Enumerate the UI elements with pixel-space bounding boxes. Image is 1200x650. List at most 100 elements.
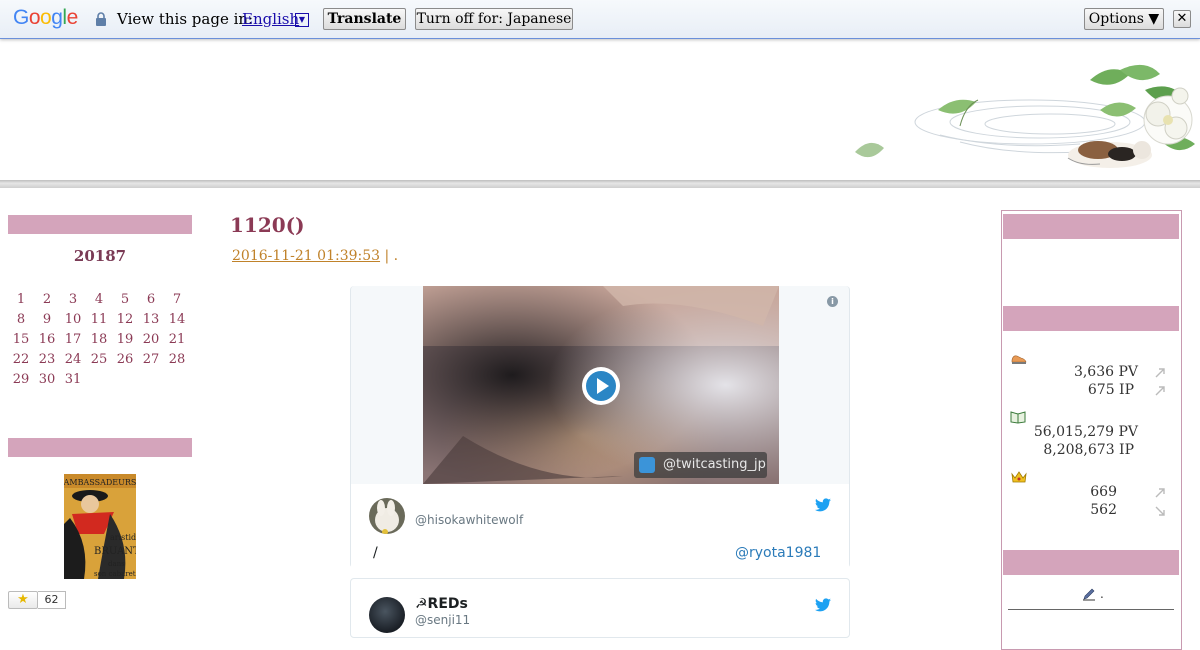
calendar-day[interactable]: 24 xyxy=(60,350,86,370)
calendar-day[interactable]: 29 xyxy=(8,370,34,390)
calendar-day[interactable]: 17 xyxy=(60,330,86,350)
total-ip: 8,208,673 IP xyxy=(1043,442,1134,458)
calendar-day[interactable]: 15 xyxy=(8,330,34,350)
calendar-week: 29 30 31 xyxy=(8,370,192,390)
calendar-day[interactable]: 23 xyxy=(34,350,60,370)
google-logo-text: Google xyxy=(13,6,78,29)
calendar-day[interactable]: 10 xyxy=(60,310,86,330)
calendar-week: 8 9 10 11 12 13 14 xyxy=(8,310,192,330)
twitcasting-icon xyxy=(639,457,655,473)
arrow-up-right-icon xyxy=(1155,488,1165,498)
calendar-day[interactable]: 18 xyxy=(86,330,112,350)
calendar-week: 15 16 17 18 19 20 21 xyxy=(8,330,192,350)
cat-icon xyxy=(1067,141,1152,168)
calendar-day[interactable]: 30 xyxy=(34,370,60,390)
svg-text:BRUANT: BRUANT xyxy=(94,546,136,557)
options-button[interactable]: Options ▼ xyxy=(1084,8,1164,30)
translate-button[interactable]: Translate xyxy=(323,8,406,30)
calendar-day[interactable]: 1 xyxy=(8,290,34,310)
calendar-week: 1 2 3 4 5 6 7 xyxy=(8,290,192,310)
today-ip: 675 IP xyxy=(1087,382,1134,398)
calendar-day[interactable]: 8 xyxy=(8,310,34,330)
rank-value-1: 669 xyxy=(1090,484,1117,500)
header-divider xyxy=(0,180,1200,188)
post-date-link[interactable]: 2016-11-21 01:39:53 xyxy=(232,248,380,264)
calendar-heading-bar xyxy=(8,215,192,234)
avatar[interactable] xyxy=(369,498,405,534)
turn-off-button[interactable]: Turn off for: Japanese xyxy=(415,8,573,30)
tweet-embed: ☭REDs @senji11 xyxy=(350,578,850,638)
total-pv: 56,015,279 PV xyxy=(1033,424,1138,440)
svg-text:aristide: aristide xyxy=(110,533,136,542)
calendar-day[interactable]: 21 xyxy=(164,330,190,350)
divider xyxy=(1008,609,1174,610)
calendar-title: 20187 xyxy=(73,247,127,265)
calendar-day[interactable]: 5 xyxy=(112,290,138,310)
flower-icon xyxy=(1143,87,1193,145)
google-logo-letter: G xyxy=(13,6,29,29)
profile-image[interactable]: AMBASSADEURS aristide BRUANT dans son ca… xyxy=(64,474,136,579)
post-meta: 2016-11-21 01:39:53 | . xyxy=(232,248,398,264)
calendar-day[interactable]: 28 xyxy=(164,350,190,370)
tweet-mention-link[interactable]: @ryota1981 xyxy=(735,545,821,561)
profile-heading-bar xyxy=(8,438,192,457)
calendar-day[interactable]: 12 xyxy=(112,310,138,330)
tweet-author-name[interactable]: ☭REDs xyxy=(415,596,468,612)
stream-tag-label: @twitcasting_jp xyxy=(663,457,766,472)
star-button[interactable]: ★ xyxy=(8,591,38,609)
book-icon xyxy=(1010,411,1026,424)
twitcasting-embed: @twitcasting_jp i @hisokawhitewolf / @ry… xyxy=(350,286,850,568)
google-logo-letter: g xyxy=(51,6,63,29)
shoe-icon xyxy=(1011,355,1027,364)
twitter-bird-icon[interactable] xyxy=(815,598,831,612)
post-title[interactable]: 1120() xyxy=(230,213,305,237)
tweet-body: @hisokawhitewolf / @ryota1981 xyxy=(351,484,849,568)
play-icon[interactable] xyxy=(581,366,621,406)
tweet-author-handle[interactable]: @hisokawhitewolf xyxy=(415,513,523,527)
stream-tag[interactable]: @twitcasting_jp xyxy=(634,452,767,478)
close-button[interactable]: ✕ xyxy=(1173,10,1191,28)
calendar-day[interactable]: 19 xyxy=(112,330,138,350)
twitter-bird-icon[interactable] xyxy=(815,498,831,512)
tweet-author-handle[interactable]: @senji11 xyxy=(415,613,470,627)
calendar-day[interactable]: 25 xyxy=(86,350,112,370)
calendar-day[interactable]: 11 xyxy=(86,310,112,330)
calendar-day[interactable]: 13 xyxy=(138,310,164,330)
star-icon: ★ xyxy=(17,592,29,607)
sidebar-heading-bar-3 xyxy=(1003,550,1179,575)
svg-text:son cabaret: son cabaret xyxy=(94,570,136,578)
today-pv: 3,636 PV xyxy=(1073,364,1138,380)
calendar-day[interactable]: 14 xyxy=(164,310,190,330)
crown-icon xyxy=(1011,471,1027,483)
calendar-day[interactable]: 7 xyxy=(164,290,190,310)
calendar-day[interactable]: 3 xyxy=(60,290,86,310)
language-select[interactable]: English xyxy=(242,10,299,28)
calendar-day[interactable]: 4 xyxy=(86,290,112,310)
post-meta-suffix: | . xyxy=(380,248,399,264)
svg-text:dans: dans xyxy=(108,560,125,568)
footer-mark: . xyxy=(1100,587,1104,601)
info-icon[interactable]: i xyxy=(827,296,838,307)
chevron-down-icon[interactable]: ▼ xyxy=(295,13,309,27)
arrow-up-right-icon xyxy=(1155,386,1165,396)
star-count: 62 xyxy=(38,591,66,609)
lock-icon xyxy=(96,12,106,26)
calendar-day[interactable]: 22 xyxy=(8,350,34,370)
view-page-label: View this page in: xyxy=(117,10,254,28)
arrow-down-right-icon xyxy=(1155,506,1165,516)
calendar-day[interactable]: 16 xyxy=(34,330,60,350)
blog-header xyxy=(0,40,1200,180)
pencil-icon[interactable] xyxy=(1082,587,1096,601)
calendar-day[interactable]: 6 xyxy=(138,290,164,310)
calendar-day[interactable]: 27 xyxy=(138,350,164,370)
calendar-week: 22 23 24 25 26 27 28 xyxy=(8,350,192,370)
calendar-day[interactable]: 9 xyxy=(34,310,60,330)
avatar[interactable] xyxy=(369,597,405,633)
rank-value-2: 562 xyxy=(1090,502,1117,518)
right-sidebar: 3,636 PV 675 IP 56,015,279 PV 8,208,673 … xyxy=(1001,210,1182,650)
calendar-day[interactable]: 2 xyxy=(34,290,60,310)
calendar-day[interactable]: 26 xyxy=(112,350,138,370)
calendar-day[interactable]: 20 xyxy=(138,330,164,350)
calendar-day[interactable]: 31 xyxy=(60,370,86,390)
sidebar-heading-bar xyxy=(1003,214,1179,239)
